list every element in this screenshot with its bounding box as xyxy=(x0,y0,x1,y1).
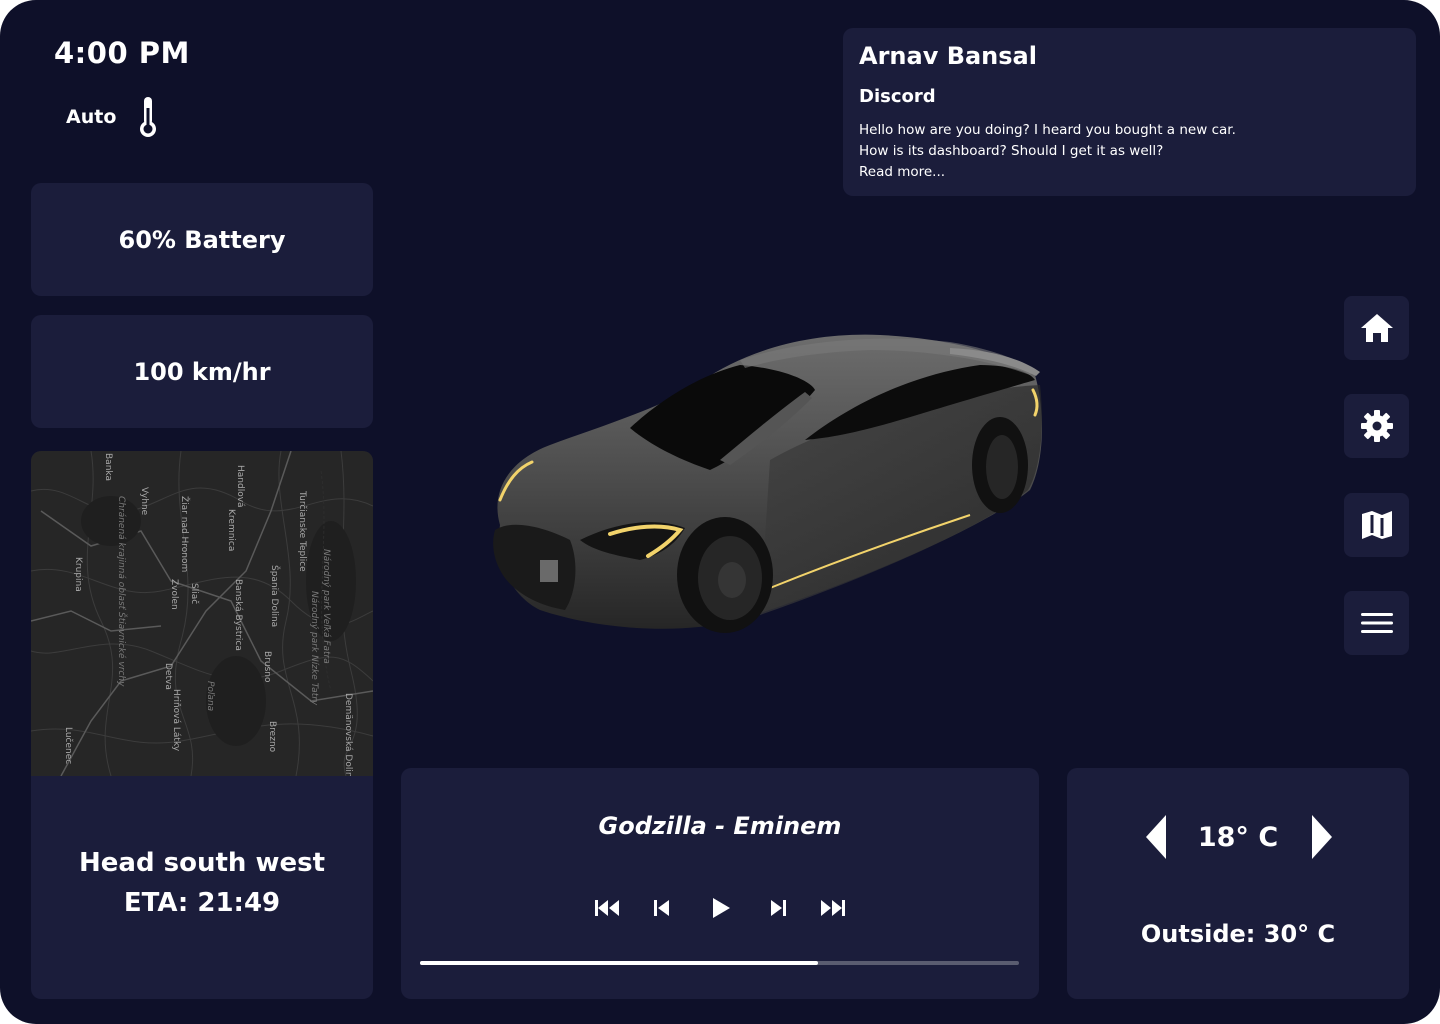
temperature-setting: 18° C xyxy=(1197,822,1279,853)
battery-label: 60% Battery xyxy=(118,225,286,254)
battery-card: 60% Battery xyxy=(31,183,373,296)
song-title: Godzilla - Eminem xyxy=(598,812,842,840)
skip-to-end-button[interactable] xyxy=(819,894,847,922)
settings-icon xyxy=(1360,410,1393,442)
navigation-card: Banka Chránená krajinná oblasť Štiavnick… xyxy=(31,451,373,999)
menu-icon xyxy=(1360,613,1393,633)
map-label: Sliač xyxy=(189,583,199,605)
next-button[interactable] xyxy=(764,894,792,922)
map-label: Národný park Veľká Fatra xyxy=(321,549,331,664)
map-view[interactable]: Banka Chránená krajinná oblasť Štiavnick… xyxy=(31,451,373,776)
message-line: Hello how are you doing? I heard you bou… xyxy=(859,122,1236,138)
speed-label: 100 km/hr xyxy=(133,357,271,386)
temperature-up-button[interactable] xyxy=(1311,814,1333,860)
message-line: How is its dashboard? Should I get it as… xyxy=(859,143,1164,159)
map-label: Krupina xyxy=(73,557,83,592)
map-label: Brusno xyxy=(262,651,272,683)
speed-card: 100 km/hr xyxy=(31,315,373,428)
home-icon xyxy=(1360,314,1393,342)
outside-temperature: Outside: 30° C xyxy=(1140,920,1336,948)
message-sender: Arnav Bansal xyxy=(859,42,1037,70)
map-label: Národný park Nízke Tatry xyxy=(309,591,319,706)
map-label: Kremnica xyxy=(226,509,236,552)
menu-button[interactable] xyxy=(1344,591,1409,655)
play-icon xyxy=(713,898,730,918)
map-label: Demänovská Dolina xyxy=(343,693,353,776)
map-label: Turčianske Teplice xyxy=(297,491,307,572)
skip-to-start-button[interactable] xyxy=(593,894,621,922)
home-button[interactable] xyxy=(1344,296,1409,360)
read-more-link[interactable]: Read more... xyxy=(859,162,1236,183)
song-progress-bar[interactable] xyxy=(420,961,1019,965)
previous-icon xyxy=(654,900,669,916)
song-progress-fill xyxy=(420,961,819,965)
map-label: Detva xyxy=(163,663,173,690)
chevron-right-icon xyxy=(1312,815,1332,859)
map-label: Žiar nad Hronom xyxy=(179,496,189,573)
message-body: Hello how are you doing? I heard you bou… xyxy=(859,120,1236,183)
message-app: Discord xyxy=(859,86,936,107)
music-player: Godzilla - Eminem xyxy=(401,768,1039,999)
map-icon xyxy=(1361,511,1392,539)
map-label: Špania Dolina xyxy=(269,565,279,628)
skip-to-end-icon xyxy=(821,900,845,916)
clock: 4:00 PM xyxy=(54,36,190,70)
map-label: Brezno xyxy=(267,721,277,753)
settings-button[interactable] xyxy=(1344,394,1409,458)
map-label: Zvolen xyxy=(169,579,179,610)
dashboard-screen: 4:00 PM Auto 60% Battery 100 km/hr Banka… xyxy=(0,0,1440,1024)
thermometer-icon xyxy=(137,96,159,138)
climate-card: 18° C Outside: 30° C xyxy=(1067,768,1409,999)
play-button[interactable] xyxy=(707,894,735,922)
map-label: Chránená krajinná oblasť Štiavnické vrch… xyxy=(116,496,126,687)
map-label: Vyhne xyxy=(139,487,149,516)
navigation-direction: Head south west xyxy=(79,848,325,878)
navigation-instructions: Head south west ETA: 21:49 xyxy=(31,843,373,923)
climate-mode-label[interactable]: Auto xyxy=(66,106,116,128)
skip-to-start-icon xyxy=(595,900,619,916)
navigation-eta: ETA: 21:49 xyxy=(123,888,281,918)
map-button[interactable] xyxy=(1344,493,1409,557)
map-label: Poľana xyxy=(205,681,215,712)
map-label: Lučenec xyxy=(63,727,73,765)
car-model[interactable] xyxy=(480,320,1060,650)
previous-button[interactable] xyxy=(648,894,676,922)
map-label: Banská Bystrica xyxy=(233,579,243,651)
message-notification[interactable]: Arnav Bansal Discord Hello how are you d… xyxy=(843,28,1416,196)
map-label: Handlová xyxy=(235,465,245,508)
next-icon xyxy=(771,900,786,916)
map-label: Banka xyxy=(103,453,113,481)
map-label: Hriňová Látky xyxy=(171,689,181,752)
